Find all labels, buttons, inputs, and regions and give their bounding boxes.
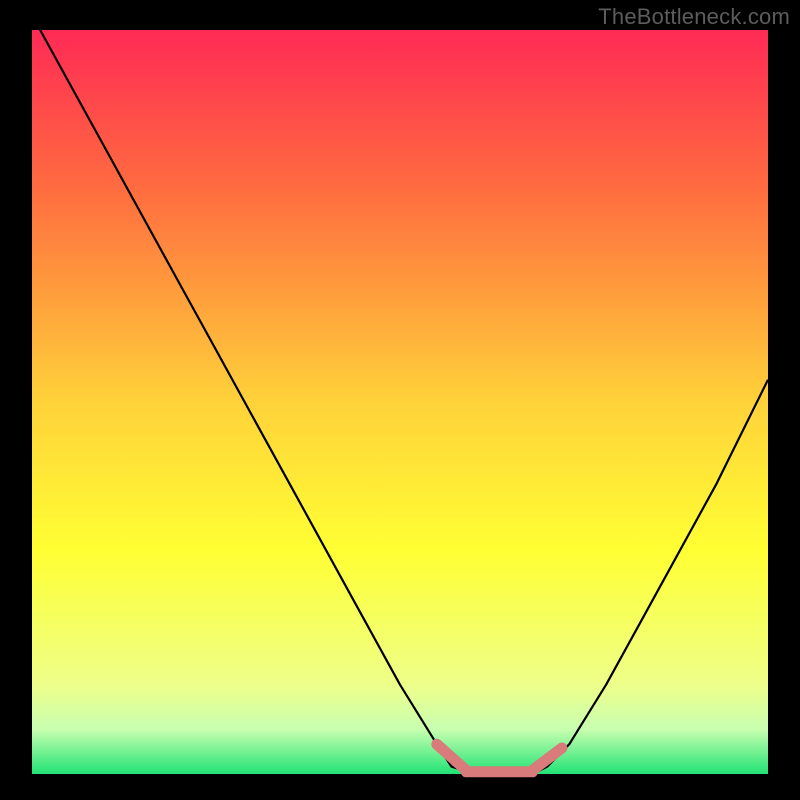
heat-gradient-background [32,30,768,774]
watermark-text: TheBottleneck.com [598,4,790,30]
bottleneck-chart [0,0,800,800]
chart-frame: TheBottleneck.com [0,0,800,800]
